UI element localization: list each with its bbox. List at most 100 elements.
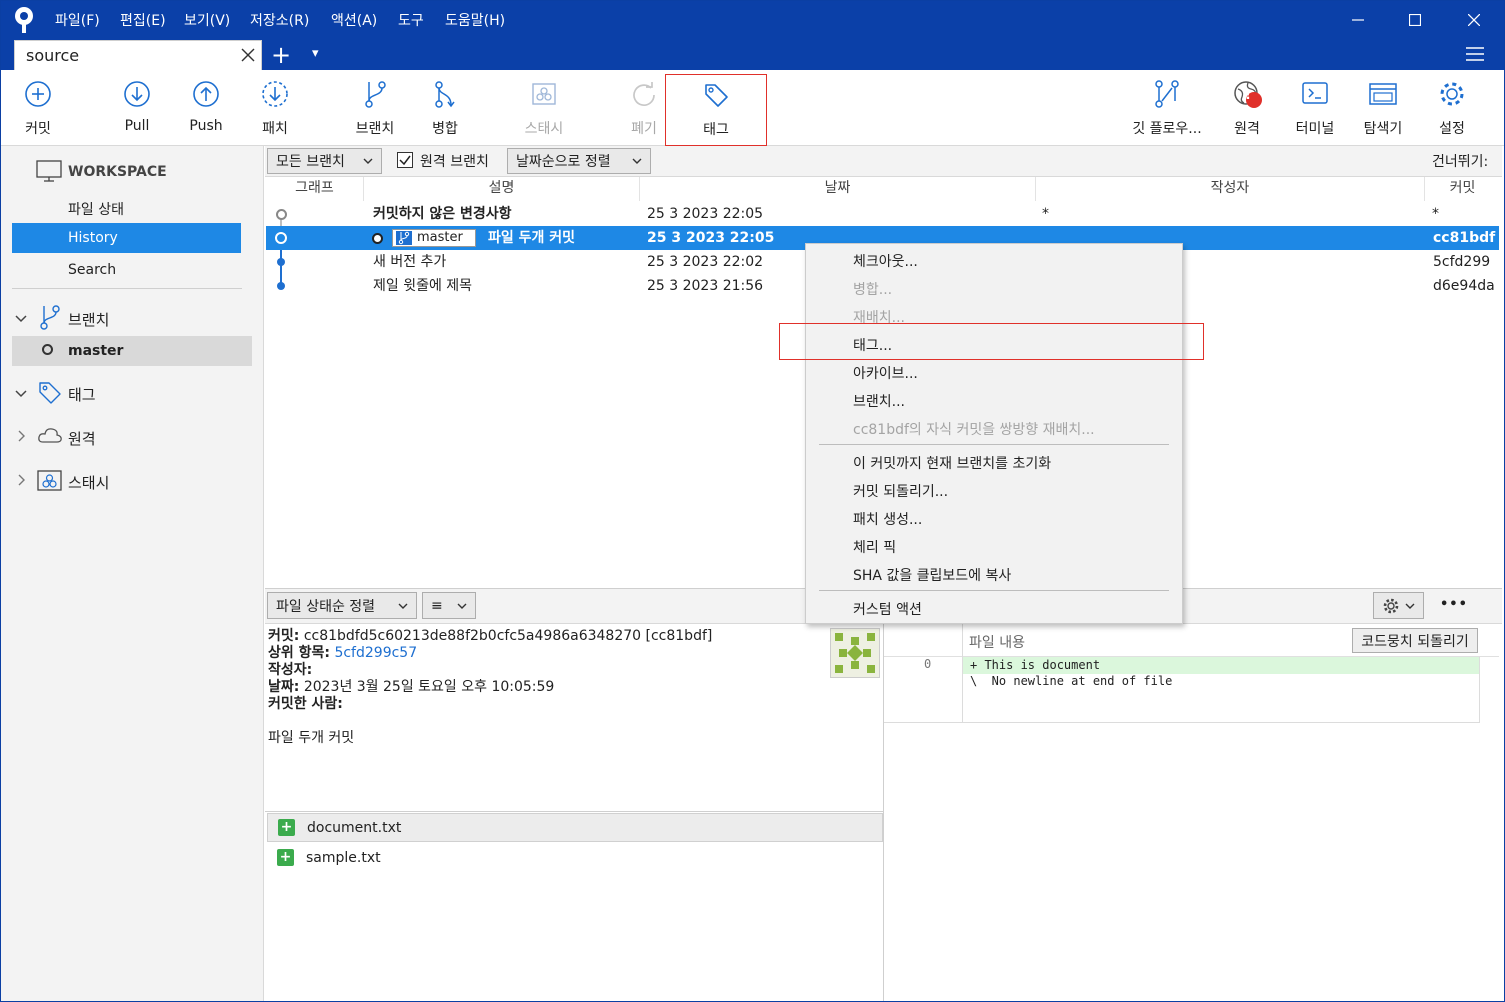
menu-edit[interactable]: 편집(E) [120, 10, 166, 30]
git-flow-icon [1125, 76, 1209, 112]
checkmark-icon [399, 155, 411, 166]
chevron-down-icon [632, 158, 642, 164]
close-window-icon[interactable] [1454, 6, 1494, 34]
column-header-description[interactable]: 설명 [364, 177, 640, 201]
settings-button[interactable]: 설정 [1424, 76, 1480, 140]
column-header-author[interactable]: 작성자 [1036, 177, 1425, 201]
menu-item-checkout[interactable]: 체크아웃... [853, 251, 918, 271]
remote-error-badge: ! [1245, 88, 1251, 103]
branch-label-master: master [392, 229, 476, 247]
menu-actions[interactable]: 액션(A) [331, 10, 377, 30]
merge-button[interactable]: 병합 [417, 76, 473, 140]
remote-button[interactable]: ! 원격 [1219, 76, 1275, 140]
menu-help[interactable]: 도움말(H) [445, 10, 505, 30]
sort-order-dropdown[interactable]: 날짜순으로 정렬 [507, 148, 651, 174]
view-mode-dropdown[interactable]: ≡ [422, 592, 476, 619]
diff-no-newline-line: \ No newline at end of file [970, 674, 1173, 688]
chevron-right-icon[interactable] [17, 430, 27, 446]
menu-item-branch[interactable]: 브랜치... [853, 391, 905, 411]
file-name: sample.txt [306, 850, 381, 866]
menu-item-archive[interactable]: 아카이브... [853, 363, 918, 383]
commit-context-menu: 체크아웃... 병합... 재배치... 태그... 아카이브... 브랜치..… [805, 243, 1183, 624]
sidebar-item-search[interactable]: Search [68, 262, 116, 278]
folder-window-icon [1355, 76, 1411, 112]
tab-source[interactable]: source [14, 40, 262, 70]
chevron-down-icon[interactable] [15, 387, 27, 403]
chevron-right-icon[interactable] [17, 474, 27, 490]
tab-dropdown-button[interactable]: ▾ [312, 46, 319, 61]
head-indicator-icon [372, 233, 383, 244]
push-button[interactable]: Push [178, 76, 234, 140]
close-tab-icon[interactable] [241, 48, 255, 66]
maximize-icon[interactable] [1395, 6, 1435, 34]
file-name: document.txt [307, 820, 402, 836]
current-branch-icon [42, 344, 53, 355]
tags-heading[interactable]: 태그 [68, 384, 96, 405]
revert-hunk-button[interactable]: 코드뭉치 되돌리기 [1352, 628, 1478, 653]
menu-item-custom-actions[interactable]: 커스텀 액션 [853, 599, 922, 619]
file-added-icon: + [278, 819, 295, 836]
terminal-button[interactable]: 터미널 [1287, 76, 1343, 140]
menu-repository[interactable]: 저장소(R) [250, 10, 309, 30]
column-header-date[interactable]: 날짜 [640, 177, 1036, 201]
uncommitted-node-icon [276, 209, 287, 220]
gear-icon [1424, 76, 1480, 112]
menu-view[interactable]: 보기(V) [184, 10, 230, 30]
commit-hash: cc81bdf [1433, 230, 1496, 246]
sidebar-item-master[interactable]: master [12, 336, 252, 366]
commit-label: 커밋 [25, 121, 51, 137]
column-header-graph[interactable]: 그래프 [266, 177, 364, 201]
file-row-document[interactable]: + document.txt [267, 813, 883, 842]
menu-item-create-patch[interactable]: 패치 생성... [853, 509, 922, 529]
discard-icon [616, 76, 672, 112]
branch-label: 브랜치 [355, 121, 395, 137]
commit-button[interactable]: 커밋 [10, 76, 66, 140]
branch-filter-dropdown[interactable]: 모든 브랜치 [267, 148, 382, 174]
commit-description: 파일 두개 커밋 [488, 230, 576, 246]
diff-splitter[interactable] [883, 624, 884, 1002]
minimize-icon[interactable] [1338, 6, 1378, 34]
pull-button[interactable]: Pull [109, 76, 165, 140]
sidebar-item-file-status[interactable]: 파일 상태 [68, 199, 124, 219]
branches-heading[interactable]: 브랜치 [68, 309, 109, 330]
more-options-button[interactable]: ••• [1440, 597, 1468, 612]
chevron-down-icon[interactable] [15, 312, 27, 328]
menu-tools[interactable]: 도구 [398, 10, 424, 30]
add-tab-button[interactable]: + [271, 40, 291, 70]
diff-options-dropdown[interactable] [1373, 592, 1424, 619]
menu-item-copy-sha[interactable]: SHA 값을 클립보드에 복사 [853, 565, 1011, 585]
branch-button[interactable]: 브랜치 [346, 76, 404, 140]
commit-date: 25 3 2023 22:05 [647, 206, 764, 222]
commit-id-label: 커밋: [268, 628, 300, 644]
git-flow-button[interactable]: 깃 플로우... [1125, 76, 1209, 140]
stash-button[interactable]: 스태시 [512, 76, 576, 140]
menu-item-interactive-rebase[interactable]: cc81bdf의 자식 커밋을 쌍방향 재배치... [853, 419, 1095, 439]
menu-file[interactable]: 파일(F) [55, 10, 100, 30]
sort-order-label: 날짜순으로 정렬 [516, 154, 611, 170]
sourcetree-logo-icon [12, 6, 36, 34]
merge-label: 병합 [432, 121, 458, 137]
remote-branches-checkbox[interactable] [397, 152, 413, 168]
file-added-icon: + [277, 849, 294, 866]
branch-icon [396, 231, 412, 245]
branch-filter-label: 모든 브랜치 [276, 154, 345, 170]
tag-button[interactable]: 태그 [665, 74, 767, 146]
menu-item-merge[interactable]: 병합... [853, 279, 892, 299]
column-header-commit[interactable]: 커밋 [1425, 177, 1500, 201]
parent-label: 상위 항목: [268, 645, 330, 661]
sidebar-item-history[interactable]: History [12, 223, 241, 253]
file-sort-dropdown[interactable]: 파일 상태순 정렬 [267, 592, 417, 619]
commit-row[interactable]: 커밋하지 않은 변경사항 25 3 2023 22:05 * * [266, 202, 1499, 226]
discard-button[interactable]: 폐기 [616, 76, 672, 140]
menu-item-reset[interactable]: 이 커밋까지 현재 브랜치를 초기화 [853, 453, 1051, 473]
hamburger-menu-icon[interactable] [1465, 46, 1485, 66]
menu-item-cherry-pick[interactable]: 체리 픽 [853, 537, 896, 557]
stashes-heading[interactable]: 스태시 [68, 472, 109, 493]
file-row-sample[interactable]: + sample.txt [267, 844, 883, 873]
fetch-button[interactable]: 패치 [247, 76, 303, 140]
fetch-icon [247, 76, 303, 112]
menu-item-revert[interactable]: 커밋 되돌리기... [853, 481, 948, 501]
explorer-button[interactable]: 탐색기 [1355, 76, 1411, 140]
remotes-heading[interactable]: 원격 [68, 428, 96, 449]
parent-link[interactable]: 5cfd299c57 [334, 645, 417, 661]
